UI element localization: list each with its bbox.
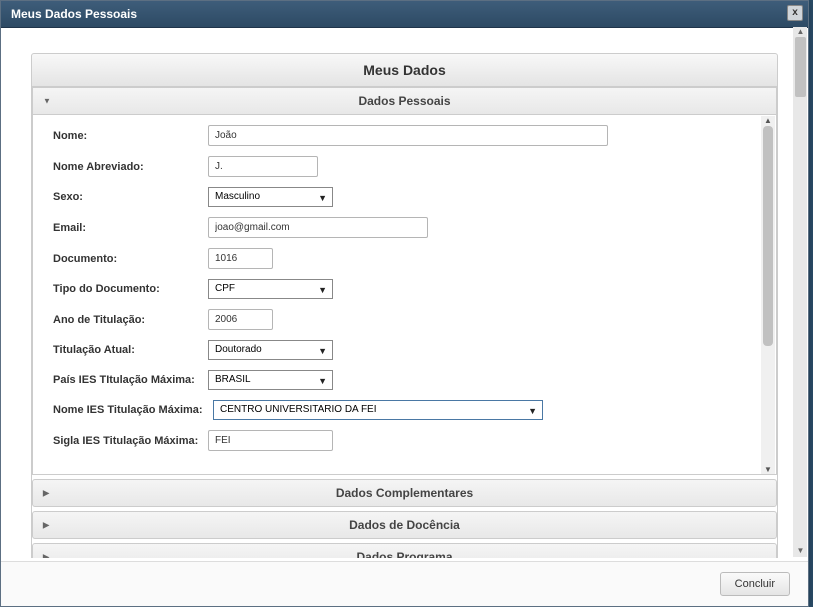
select-nome-ies[interactable]: CENTRO UNIVERSITARIO DA FEI	[213, 400, 543, 420]
concluir-button[interactable]: Concluir	[720, 572, 790, 596]
accordion-header-complementares[interactable]: ▶ Dados Complementares	[32, 479, 777, 507]
label-documento: Documento:	[53, 253, 208, 265]
accordion-label: Dados Programa	[356, 550, 452, 558]
scroll-down-icon[interactable]: ▼	[795, 546, 806, 557]
input-email[interactable]	[208, 217, 428, 238]
row-pais-ies: País IES TItulação Máxima: BRASIL	[53, 370, 756, 390]
row-nome-ies: Nome IES Titulação Máxima: CENTRO UNIVER…	[53, 400, 756, 420]
modal-dialog: Meus Dados Pessoais x Meus Dados ▼ Dados…	[0, 0, 809, 607]
select-sexo[interactable]: Masculino	[208, 187, 333, 207]
accordion-header-programa[interactable]: ▶ Dados Programa	[32, 543, 777, 558]
accordion-body-pessoais: Nome: Nome Abreviado: Sexo: Masculino Em…	[32, 115, 777, 475]
select-pais-ies-value: BRASIL	[215, 374, 251, 385]
select-nome-ies-value: CENTRO UNIVERSITARIO DA FEI	[220, 404, 377, 415]
label-sigla-ies: Sigla IES Titulação Máxima:	[53, 435, 208, 447]
accordion-label: Dados Pessoais	[358, 94, 450, 108]
select-sexo-value: Masculino	[215, 191, 260, 202]
label-ano-titulacao: Ano de Titulação:	[53, 314, 208, 326]
row-email: Email:	[53, 217, 756, 238]
row-ano-titulacao: Ano de Titulação:	[53, 309, 756, 330]
outer-scrollbar-thumb[interactable]	[795, 37, 806, 97]
select-tipo-documento[interactable]: CPF	[208, 279, 333, 299]
label-nome-ies: Nome IES Titulação Máxima:	[53, 404, 213, 416]
input-ano-titulacao[interactable]	[208, 309, 273, 330]
label-tipo-documento: Tipo do Documento:	[53, 283, 208, 295]
input-sigla-ies[interactable]	[208, 430, 333, 451]
accordion-header-pessoais[interactable]: ▼ Dados Pessoais	[32, 87, 777, 115]
row-documento: Documento:	[53, 248, 756, 269]
card-title: Meus Dados	[31, 53, 778, 87]
input-nome[interactable]	[208, 125, 608, 146]
label-sexo: Sexo:	[53, 191, 208, 203]
input-documento[interactable]	[208, 248, 273, 269]
row-titulacao-atual: Titulação Atual: Doutorado	[53, 340, 756, 360]
label-email: Email:	[53, 222, 208, 234]
row-nome: Nome:	[53, 125, 756, 146]
chevron-right-icon: ▶	[43, 521, 49, 530]
select-titulacao-atual-value: Doutorado	[215, 344, 262, 355]
modal-header: Meus Dados Pessoais x	[1, 1, 808, 28]
row-tipo-documento: Tipo do Documento: CPF	[53, 279, 756, 299]
accordion-label: Dados de Docência	[349, 518, 460, 532]
modal-footer: Concluir	[1, 561, 808, 606]
inner-scrollbar-thumb[interactable]	[763, 126, 773, 346]
input-nome-abreviado[interactable]	[208, 156, 318, 177]
label-nome: Nome:	[53, 130, 208, 142]
outer-scrollbar[interactable]: ▲ ▼	[793, 27, 807, 557]
chevron-right-icon: ▶	[43, 553, 49, 559]
scroll-down-icon[interactable]: ▼	[764, 465, 772, 474]
close-icon[interactable]: x	[787, 5, 803, 21]
chevron-right-icon: ▶	[43, 489, 49, 498]
accordion-label: Dados Complementares	[336, 486, 473, 500]
inner-scrollbar[interactable]: ▲ ▼	[761, 116, 775, 474]
accordion-header-docencia[interactable]: ▶ Dados de Docência	[32, 511, 777, 539]
row-nome-abreviado: Nome Abreviado:	[53, 156, 756, 177]
select-pais-ies[interactable]: BRASIL	[208, 370, 333, 390]
select-tipo-documento-value: CPF	[215, 283, 235, 294]
label-nome-abreviado: Nome Abreviado:	[53, 161, 208, 173]
modal-body: Meus Dados ▼ Dados Pessoais Nome: Nome A…	[1, 28, 808, 558]
row-sigla-ies: Sigla IES Titulação Máxima:	[53, 430, 756, 451]
label-titulacao-atual: Titulação Atual:	[53, 344, 208, 356]
modal-title: Meus Dados Pessoais	[11, 7, 137, 21]
scroll-up-icon[interactable]: ▲	[764, 116, 772, 125]
row-sexo: Sexo: Masculino	[53, 187, 756, 207]
select-titulacao-atual[interactable]: Doutorado	[208, 340, 333, 360]
chevron-down-icon: ▼	[43, 97, 51, 106]
label-pais-ies: País IES TItulação Máxima:	[53, 374, 208, 386]
card-content: ▼ Dados Pessoais Nome: Nome Abreviado: S…	[31, 87, 778, 558]
